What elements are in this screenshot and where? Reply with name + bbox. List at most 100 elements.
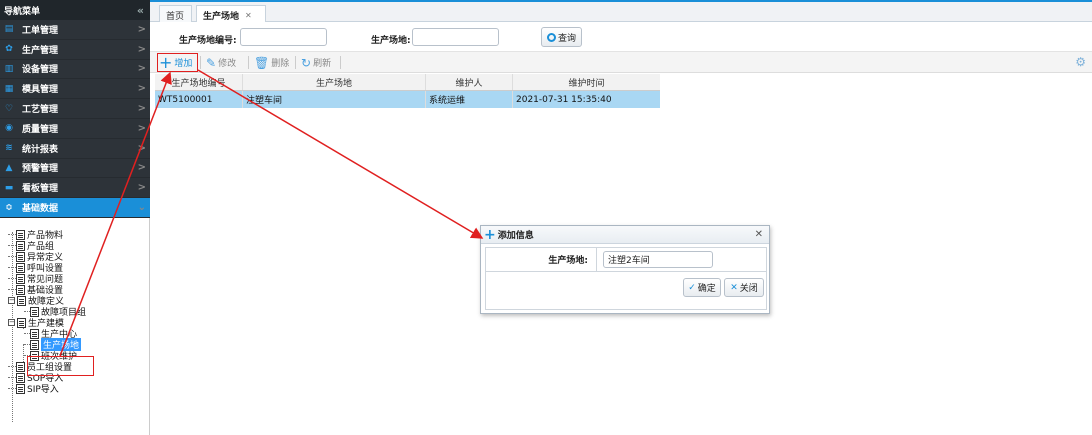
nav-item-label: 看板管理 <box>22 184 59 195</box>
query-button[interactable]: 查询 <box>541 27 582 47</box>
chevron-right-icon: > <box>137 23 146 35</box>
confirm-button[interactable]: ✓ 确定 <box>683 278 721 297</box>
document-icon <box>16 240 25 251</box>
document-icon <box>16 383 25 394</box>
nav-item-production[interactable]: ✿ 生产管理 > <box>0 39 150 60</box>
tab-bar: 首页 生产场地 ✕ <box>150 0 1092 24</box>
nav-item-work-order[interactable]: ▤ 工单管理 > <box>0 20 150 40</box>
pencil-icon: ✎ <box>206 55 217 70</box>
collapse-toggle-icon[interactable]: − <box>8 297 15 304</box>
nav-item-label: 统计报表 <box>22 144 59 155</box>
check-icon: ✓ <box>688 282 696 293</box>
chevron-right-icon: > <box>137 83 146 95</box>
close-button[interactable]: ✕ 关闭 <box>724 278 764 297</box>
site-name-label: 生产场地: <box>371 36 411 46</box>
nav-item-label: 工单管理 <box>22 25 59 36</box>
close-icon[interactable]: ✕ <box>245 11 252 20</box>
document-icon <box>16 372 25 383</box>
plus-icon: + <box>484 226 496 243</box>
document-icon <box>17 295 26 306</box>
chevron-right-icon: > <box>137 103 146 115</box>
query-button-label: 查询 <box>557 33 576 44</box>
document-icon <box>30 328 39 339</box>
mold-icon: ▦ <box>4 83 14 94</box>
site-field-cell: 注塑2车间 <box>597 248 766 271</box>
nav-item-label: 质量管理 <box>22 124 59 135</box>
nav-item-process[interactable]: ♡ 工艺管理 > <box>0 99 150 119</box>
tab-home-label: 首页 <box>166 11 185 22</box>
chevron-down-icon: ⌄ <box>137 202 146 214</box>
refresh-label: 刷新 <box>313 59 332 69</box>
document-icon <box>16 361 25 372</box>
dialog-title: 添加信息 <box>497 231 534 241</box>
site-code-label: 生产场地编号: <box>179 36 237 46</box>
process-icon: ♡ <box>4 103 14 114</box>
dashboard-icon: ▬ <box>4 182 14 193</box>
cell-site-code: WT5100001 <box>155 91 243 108</box>
tree-panel: 产品物料 产品组 异常定义 呼叫设置 常见问题 基础设置 − 故障定义 故障项目组… <box>0 218 150 435</box>
document-icon <box>16 251 25 262</box>
nav-item-mold[interactable]: ▦ 模具管理 > <box>0 79 150 100</box>
tree-item-sip-import[interactable]: SIP导入 <box>8 383 59 395</box>
site-field-input[interactable]: 注塑2车间 <box>603 251 713 268</box>
cell-maintainer: 系统运维 <box>426 91 513 108</box>
table-row[interactable]: WT5100001 注塑车间 系统运维 2021-07-31 15:35:40 <box>155 91 660 108</box>
chevron-right-icon: > <box>137 43 146 55</box>
column-header-site-code[interactable]: 生产场地编号 <box>155 74 243 90</box>
nav-item-quality[interactable]: ◉ 质量管理 > <box>0 118 150 139</box>
site-name-input[interactable] <box>412 28 499 46</box>
gear-icon[interactable]: ⚙ <box>1075 55 1086 69</box>
nav-item-equipment[interactable]: ▥ 设备管理 > <box>0 59 150 80</box>
document-icon <box>30 306 39 317</box>
toolbar: + 增加 ✎ 修改 🗑 删除 ↻ 刷新 ⚙ <box>150 52 1092 73</box>
nav-item-label: 基础数据 <box>22 204 59 215</box>
nav-item-base-data[interactable]: ≎ 基础数据 ⌄ <box>0 198 150 218</box>
refresh-button[interactable]: ↻ 刷新 <box>301 54 331 71</box>
search-icon <box>546 32 556 42</box>
trash-icon: 🗑 <box>254 55 270 70</box>
toolbar-divider <box>200 56 201 69</box>
nav-header-title: 导航菜单 <box>4 6 41 17</box>
confirm-label: 确定 <box>697 284 716 294</box>
delete-label: 删除 <box>271 59 290 69</box>
search-bar: 生产场地编号: 生产场地: 查询 <box>150 22 1092 52</box>
chevron-right-icon: > <box>137 182 146 194</box>
collapse-toggle-icon[interactable]: − <box>8 319 15 326</box>
document-icon <box>16 273 25 284</box>
delete-button[interactable]: 🗑 删除 <box>254 54 289 71</box>
site-field-label: 生产场地: <box>486 248 597 271</box>
layers-icon: ≎ <box>5 202 13 213</box>
nav-item-dashboard[interactable]: ▬ 看板管理 > <box>0 178 150 199</box>
work-order-icon: ▤ <box>4 24 14 35</box>
collapse-icon[interactable]: « <box>137 4 144 17</box>
add-info-dialog: + 添加信息 ✕ 生产场地: 注塑2车间 ✓ 确定 ✕ 关闭 <box>480 225 770 314</box>
chevron-right-icon: > <box>137 122 146 134</box>
site-code-input[interactable] <box>240 28 327 46</box>
edit-label: 修改 <box>218 59 237 69</box>
document-icon <box>16 229 25 240</box>
document-icon <box>16 284 25 295</box>
cell-time: 2021-07-31 15:35:40 <box>516 94 612 105</box>
quality-icon: ◉ <box>5 123 13 134</box>
toolbar-divider <box>295 56 296 69</box>
grid-header: 生产场地编号 生产场地 维护人 维护时间 <box>155 74 660 91</box>
column-header-site[interactable]: 生产场地 <box>243 74 426 90</box>
nav-item-reports[interactable]: ≋ 统计报表 > <box>0 138 150 159</box>
close-label: 关闭 <box>739 284 758 294</box>
toolbar-divider <box>340 56 341 69</box>
refresh-icon: ↻ <box>301 55 312 70</box>
dialog-button-area: ✓ 确定 ✕ 关闭 <box>485 272 767 310</box>
close-icon[interactable]: ✕ <box>755 229 763 240</box>
document-icon <box>16 262 25 273</box>
nav-item-label: 工艺管理 <box>22 105 59 116</box>
edit-button[interactable]: ✎ 修改 <box>206 54 236 71</box>
column-header-maintainer[interactable]: 维护人 <box>426 74 513 90</box>
document-icon <box>30 339 39 350</box>
nav-item-alerts[interactable]: ▲ 预警管理 > <box>0 158 150 179</box>
annotation-box-tree <box>27 356 94 376</box>
nav-item-label: 预警管理 <box>22 164 59 175</box>
equipment-icon: ▥ <box>4 63 14 74</box>
column-header-time[interactable]: 维护时间 <box>513 74 660 90</box>
dialog-form: 生产场地: 注塑2车间 <box>485 247 767 272</box>
cell-site: 注塑车间 <box>243 91 426 108</box>
